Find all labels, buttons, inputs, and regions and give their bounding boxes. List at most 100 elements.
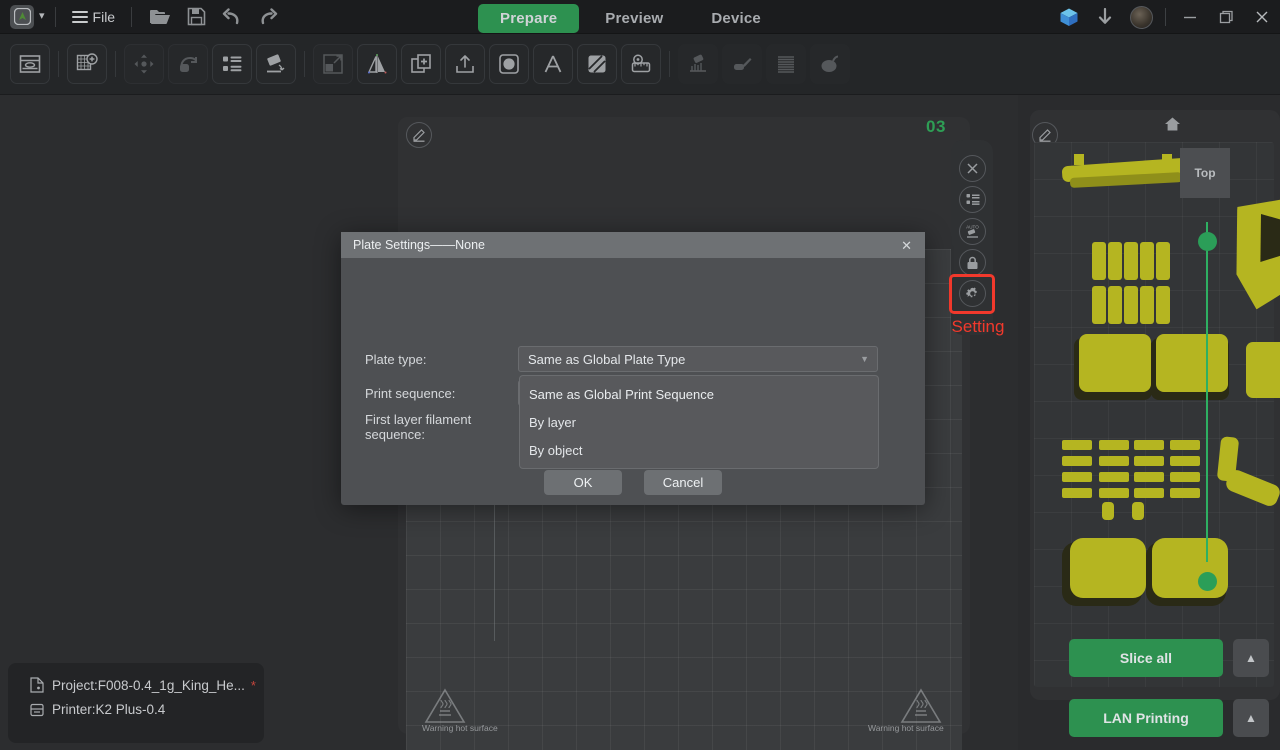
model-yellow-connector[interactable] [1062,440,1092,450]
model-yellow-clip[interactable] [1124,242,1138,280]
open-folder-icon[interactable] [145,2,175,32]
model-yellow-clip[interactable] [1108,242,1122,280]
model-yellow-connector[interactable] [1134,440,1164,450]
place-on-face-icon[interactable] [256,44,296,84]
toolbar-divider [54,6,56,27]
dropdown-option-by-object[interactable]: By object [520,436,878,464]
model-yellow-clip[interactable] [1092,286,1106,324]
model-yellow-connector[interactable] [1170,472,1200,482]
model-yellow-arm-lower[interactable] [1223,467,1280,509]
file-menu-button[interactable]: File [66,6,122,28]
duplicate-icon[interactable] [401,44,441,84]
measure-icon[interactable] [621,44,661,84]
support-wire-top-node[interactable] [1198,232,1217,251]
print-options-caret-icon[interactable]: ▲ [1233,699,1269,737]
mirror-icon[interactable] [357,44,397,84]
model-yellow-bar-spur-left[interactable] [1074,154,1084,165]
model-yellow-torso-left[interactable] [1079,334,1151,392]
model-yellow-connector[interactable] [1134,488,1164,498]
model-yellow-connector[interactable] [1099,456,1129,466]
maximize-button[interactable] [1208,0,1244,34]
seam-painting-icon[interactable] [722,44,762,84]
model-yellow-clip[interactable] [1140,242,1154,280]
model-yellow-clip[interactable] [1108,286,1122,324]
model-yellow-connector[interactable] [1062,456,1092,466]
model-yellow-knob[interactable] [1102,502,1114,520]
model-yellow-clip[interactable] [1156,286,1170,324]
model-yellow-knob[interactable] [1132,502,1144,520]
chevron-down-icon[interactable]: ▾ [39,11,45,22]
home-icon[interactable] [1164,116,1181,137]
toolbar-divider [304,51,305,77]
fill-bed-icon[interactable] [577,44,617,84]
save-icon[interactable] [181,2,211,32]
support-painting-icon[interactable] [678,44,718,84]
delete-plate-icon[interactable] [959,155,986,182]
model-yellow-clip[interactable] [1156,242,1170,280]
user-avatar-icon[interactable] [1123,0,1159,34]
model-yellow-wing-cut[interactable] [1260,214,1280,262]
cancel-button[interactable]: Cancel [644,470,722,495]
tab-preview[interactable]: Preview [583,4,685,33]
slice-all-button[interactable]: Slice all [1069,639,1223,677]
plate-type-select[interactable]: Same as Global Plate Type ▼ [518,346,878,372]
dialog-close-icon[interactable]: ✕ [897,237,916,254]
model-yellow-torso-far[interactable] [1246,342,1280,398]
add-object-icon[interactable] [67,44,107,84]
bed-warning-right-label: Warning hot surface [868,723,944,733]
dropdown-option-by-layer[interactable]: By layer [520,408,878,436]
app-logo-icon[interactable] [10,4,34,29]
hot-surface-icon [900,687,942,725]
tab-device[interactable]: Device [689,4,783,33]
auto-arrange-icon[interactable]: AUTO [959,218,986,245]
model-yellow-clip[interactable] [1140,286,1154,324]
model-yellow-pad-right[interactable] [1152,538,1228,598]
export-icon[interactable] [445,44,485,84]
app-logo-group[interactable]: ▾ [0,4,45,29]
model-yellow-connector[interactable] [1099,488,1129,498]
ok-button[interactable]: OK [544,470,622,495]
model-yellow-bar-spur-right[interactable] [1162,154,1172,165]
list-icon[interactable] [212,44,252,84]
plate-type-control: Same as Global Plate Type ▼ [518,346,878,372]
lan-printing-button[interactable]: LAN Printing [1069,699,1223,737]
model-yellow-connector[interactable] [1062,472,1092,482]
redo-icon[interactable] [253,2,283,32]
tab-prepare[interactable]: Prepare [478,4,580,33]
model-yellow-clip[interactable] [1092,242,1106,280]
scale-icon[interactable] [313,44,353,84]
rotate-icon[interactable] [168,44,208,84]
close-button[interactable] [1244,0,1280,34]
text-icon[interactable] [533,44,573,84]
model-yellow-connector[interactable] [1170,456,1200,466]
add-plate-icon[interactable] [10,44,50,84]
minimize-button[interactable] [1172,0,1208,34]
model-yellow-connector[interactable] [1170,488,1200,498]
model-yellow-torso-right[interactable] [1156,334,1228,392]
slice-options-caret-icon[interactable]: ▲ [1233,639,1269,677]
model-yellow-connector[interactable] [1099,472,1129,482]
dropdown-option-global[interactable]: Same as Global Print Sequence [520,380,878,408]
color-painting-icon[interactable] [766,44,806,84]
model-yellow-connector[interactable] [1170,440,1200,450]
support-wire-bottom-node[interactable] [1198,572,1217,591]
model-yellow-pad-left[interactable] [1070,538,1146,598]
plate-objects-list-icon[interactable] [959,186,986,213]
cut-icon[interactable] [489,44,529,84]
move-icon[interactable] [124,44,164,84]
model-yellow-connector[interactable] [1062,488,1092,498]
model-yellow-connector[interactable] [1099,440,1129,450]
undo-icon[interactable] [217,2,247,32]
plate-edit-pencil-icon[interactable] [406,122,432,148]
lock-plate-icon[interactable] [959,249,986,276]
model-yellow-connector[interactable] [1134,472,1164,482]
model-yellow-connector[interactable] [1134,456,1164,466]
chevron-down-icon[interactable]: ▼ [860,354,869,364]
download-icon[interactable] [1087,0,1123,34]
project-name-label: Project:F008-0.4_1g_King_He... [52,677,245,693]
cube-icon[interactable] [1051,0,1087,34]
fuzzy-skin-icon[interactable] [810,44,850,84]
dialog-title-bar: Plate Settings——None ✕ [341,232,925,258]
preview-build-plate[interactable] [1034,142,1280,687]
model-yellow-clip[interactable] [1124,286,1138,324]
